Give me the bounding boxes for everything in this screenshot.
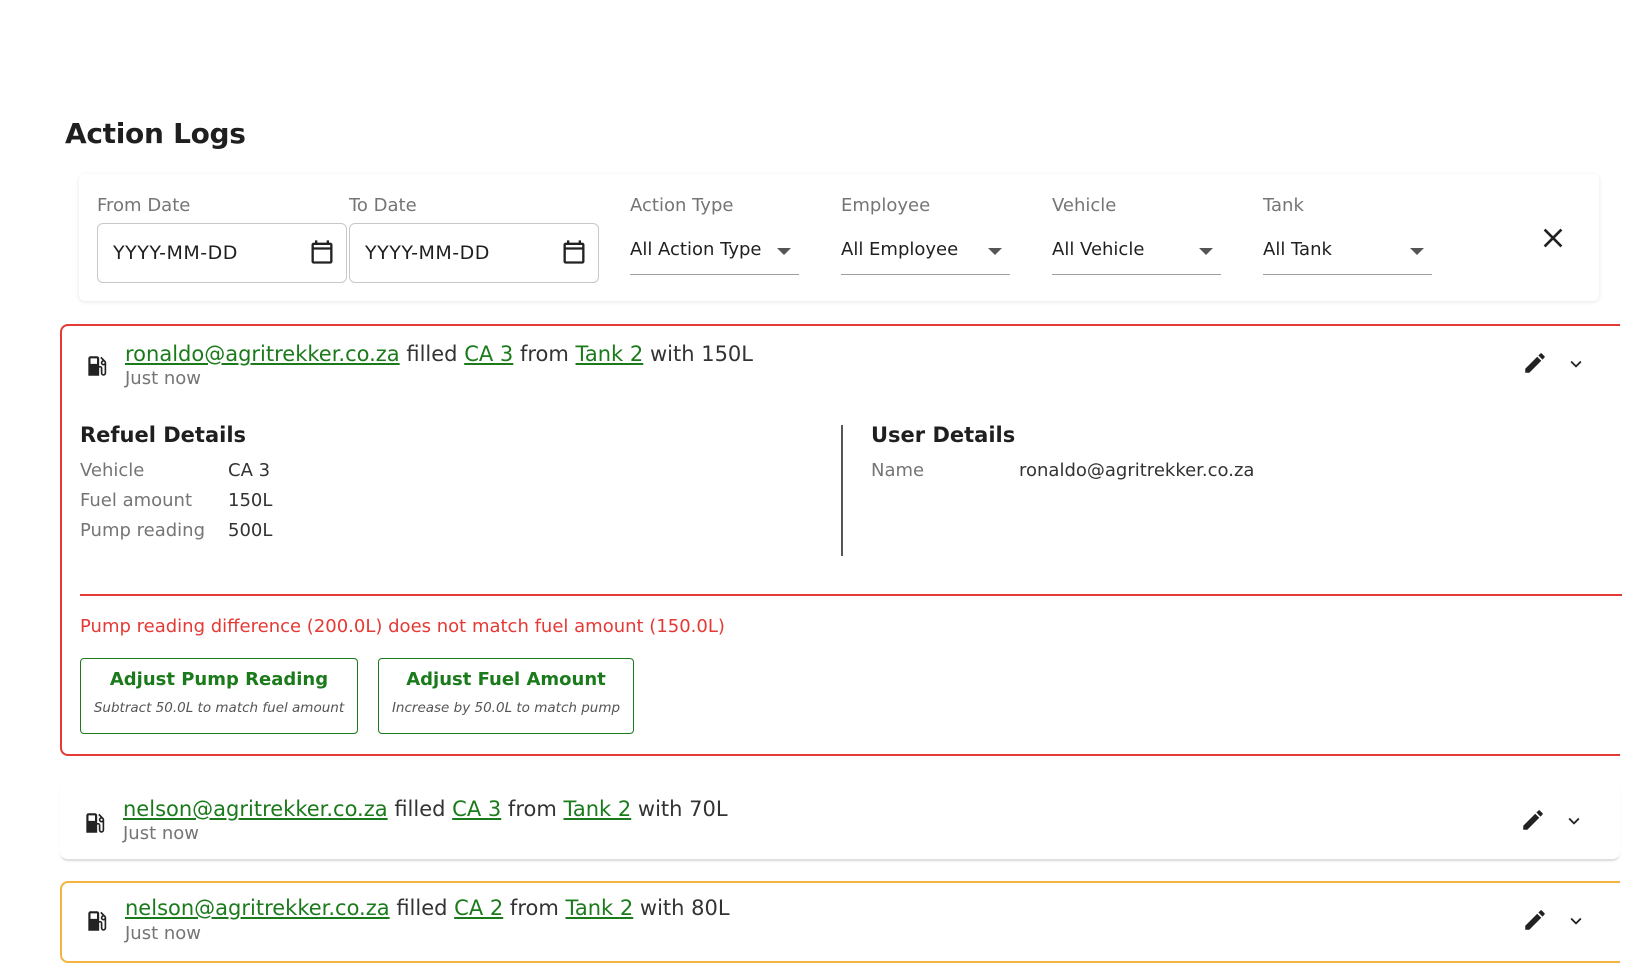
employee-label: Employee <box>841 195 931 216</box>
fuel-amount: 150L <box>701 342 753 366</box>
pencil-icon[interactable] <box>1522 907 1548 933</box>
log-verb: filled <box>406 342 458 366</box>
log-item: ronaldo@agritrekker.co.za filled CA 3 fr… <box>60 324 1622 756</box>
vehicle-value: All Vehicle <box>1052 239 1145 260</box>
from-date-input[interactable]: YYYY-MM-DD <box>97 223 347 283</box>
user-details-title: User Details <box>871 423 1016 447</box>
from-date-label: From Date <box>97 195 191 216</box>
warning-divider <box>80 594 1622 596</box>
fuel-amount: 70L <box>689 797 728 821</box>
fuel-pump-icon <box>88 356 107 376</box>
fuel-pump-icon <box>86 813 105 833</box>
tank-link[interactable]: Tank 2 <box>563 797 631 821</box>
to-date-placeholder: YYYY-MM-DD <box>365 242 490 264</box>
to-date-label: To Date <box>349 195 417 216</box>
chevron-down-icon[interactable] <box>1565 910 1587 932</box>
action-type-label: Action Type <box>630 195 734 216</box>
pencil-icon[interactable] <box>1520 807 1546 833</box>
detail-value: 150L <box>228 490 273 511</box>
detail-key: Pump reading <box>80 520 205 541</box>
vehicle-label: Vehicle <box>1052 195 1117 216</box>
log-verb: from <box>507 797 557 821</box>
employee-value: All Employee <box>841 239 959 260</box>
detail-key: Name <box>871 460 925 481</box>
details-divider <box>841 425 843 556</box>
employee-select[interactable]: All Employee <box>841 226 1010 275</box>
detail-key: Fuel amount <box>80 490 193 511</box>
calendar-icon[interactable] <box>560 237 588 267</box>
adjust-fuel-amount-button[interactable]: Adjust Fuel Amount Increase by 50.0L to … <box>378 658 634 734</box>
log-summary: nelson@agritrekker.co.za filled CA 3 fro… <box>123 797 728 821</box>
action-type-select[interactable]: All Action Type <box>630 226 799 275</box>
log-timestamp: Just now <box>125 923 202 944</box>
dropdown-arrow-icon <box>777 248 791 255</box>
detail-value: CA 3 <box>228 460 271 481</box>
chevron-down-icon[interactable] <box>1565 353 1587 375</box>
log-verb: from <box>519 342 569 366</box>
vehicle-link[interactable]: CA 3 <box>452 797 501 821</box>
tank-label: Tank <box>1263 195 1304 216</box>
log-summary: ronaldo@agritrekker.co.za filled CA 3 fr… <box>125 342 753 366</box>
adjust-pump-reading-button[interactable]: Adjust Pump Reading Subtract 50.0L to ma… <box>80 658 358 734</box>
log-item[interactable]: nelson@agritrekker.co.za filled CA 3 fro… <box>60 779 1620 861</box>
tank-value: All Tank <box>1263 239 1332 260</box>
user-link[interactable]: nelson@agritrekker.co.za <box>125 896 390 920</box>
page-title: Action Logs <box>65 117 246 150</box>
filter-bar: From Date YYYY-MM-DD To Date YYYY-MM-DD … <box>79 174 1599 301</box>
vehicle-select[interactable]: All Vehicle <box>1052 226 1221 275</box>
fuel-pump-icon <box>88 911 107 931</box>
vehicle-link[interactable]: CA 3 <box>464 342 513 366</box>
log-timestamp: Just now <box>125 368 202 389</box>
log-verb: with <box>649 342 695 366</box>
dropdown-arrow-icon <box>1410 248 1424 255</box>
log-timestamp: Just now <box>123 823 200 844</box>
user-link[interactable]: ronaldo@agritrekker.co.za <box>125 342 400 366</box>
log-verb: filled <box>396 896 448 920</box>
tank-link[interactable]: Tank 2 <box>576 342 644 366</box>
log-verb: with <box>639 896 685 920</box>
mismatch-warning: Pump reading difference (200.0L) does no… <box>80 616 725 637</box>
log-verb: from <box>509 896 559 920</box>
dropdown-arrow-icon <box>988 248 1002 255</box>
log-verb: with <box>637 797 683 821</box>
button-title: Adjust Fuel Amount <box>406 669 606 690</box>
log-summary: nelson@agritrekker.co.za filled CA 2 fro… <box>125 896 730 920</box>
detail-value: 500L <box>228 520 273 541</box>
dropdown-arrow-icon <box>1199 248 1213 255</box>
close-icon[interactable] <box>1537 222 1569 254</box>
button-title: Adjust Pump Reading <box>109 669 329 690</box>
calendar-icon[interactable] <box>308 237 336 267</box>
detail-value: ronaldo@agritrekker.co.za <box>1019 460 1255 481</box>
tank-link[interactable]: Tank 2 <box>565 896 633 920</box>
fuel-amount: 80L <box>691 896 730 920</box>
action-type-value: All Action Type <box>630 239 762 260</box>
log-verb: filled <box>394 797 446 821</box>
button-subtitle: Increase by 50.0L to match pump <box>391 700 621 716</box>
button-subtitle: Subtract 50.0L to match fuel amount <box>93 700 345 716</box>
user-link[interactable]: nelson@agritrekker.co.za <box>123 797 388 821</box>
vehicle-link[interactable]: CA 2 <box>454 896 503 920</box>
pencil-icon[interactable] <box>1522 350 1548 376</box>
tank-select[interactable]: All Tank <box>1263 226 1432 275</box>
from-date-placeholder: YYYY-MM-DD <box>113 242 238 264</box>
refuel-details-title: Refuel Details <box>80 423 247 447</box>
to-date-input[interactable]: YYYY-MM-DD <box>349 223 599 283</box>
detail-key: Vehicle <box>80 460 145 481</box>
chevron-down-icon[interactable] <box>1563 810 1585 832</box>
log-item[interactable]: nelson@agritrekker.co.za filled CA 2 fro… <box>60 881 1620 963</box>
